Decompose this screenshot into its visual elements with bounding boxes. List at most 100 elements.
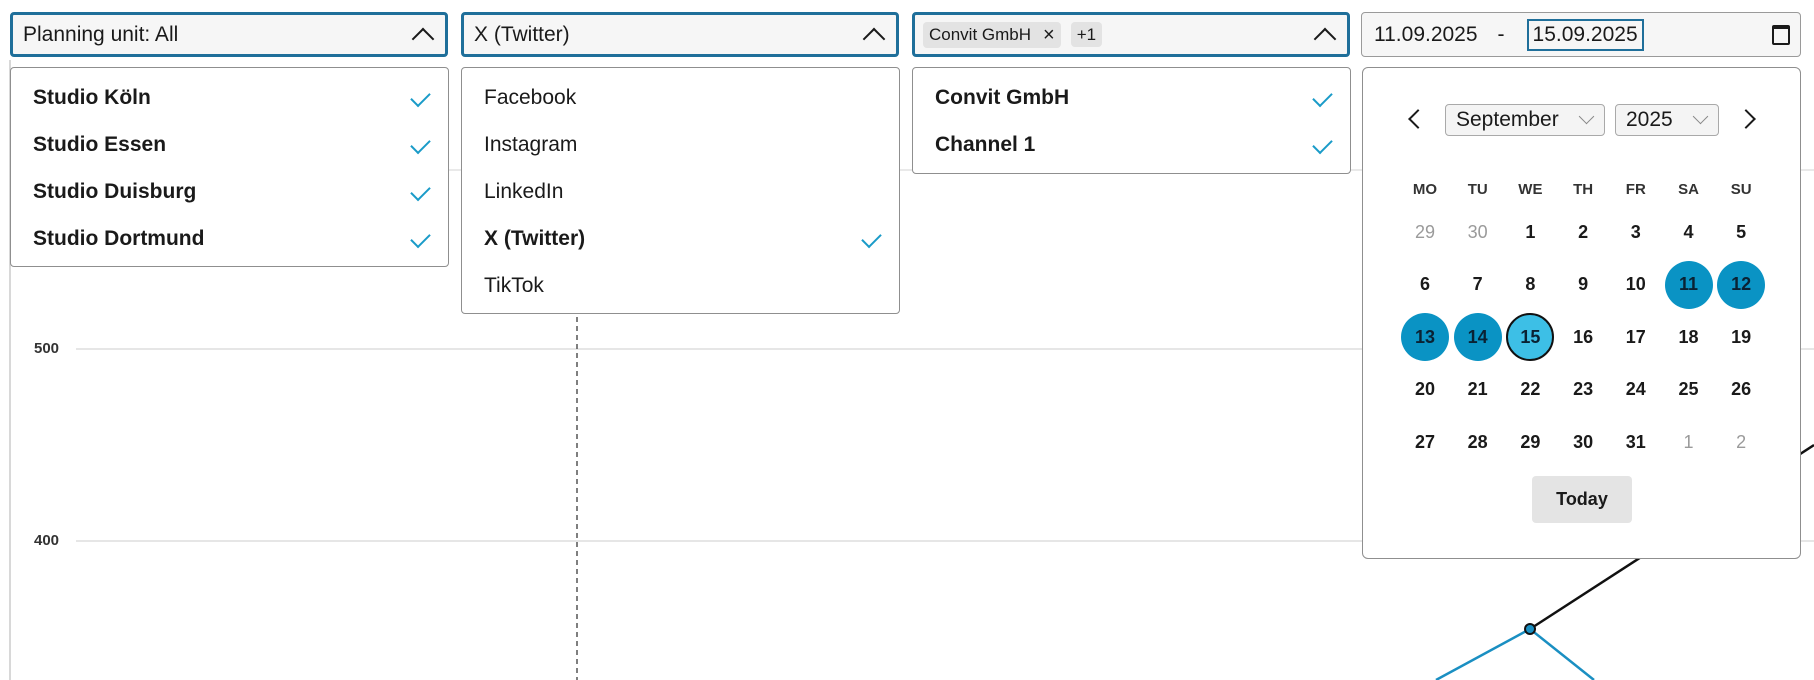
calendar-day[interactable]: 16 bbox=[1559, 313, 1607, 361]
calendar-day[interactable]: 24 bbox=[1612, 366, 1660, 414]
option-label: X (Twitter) bbox=[484, 226, 586, 250]
calendar-day[interactable]: 1 bbox=[1665, 418, 1713, 466]
y-tick-label: 400 bbox=[34, 532, 60, 549]
series-line-blue bbox=[1435, 627, 1595, 680]
option-studio-essen[interactable]: Studio Essen bbox=[11, 121, 448, 168]
option-label: Studio Dortmund bbox=[33, 226, 205, 250]
calendar-day-selected[interactable]: 12 bbox=[1717, 260, 1766, 309]
channel-chip-label: Convit GmbH bbox=[929, 24, 1032, 44]
channel-dropdown: Convit GmbH Channel 1 bbox=[912, 67, 1351, 174]
option-label: LinkedIn bbox=[484, 179, 564, 203]
chevron-up-icon bbox=[1313, 27, 1337, 50]
calendar-day[interactable]: 18 bbox=[1665, 313, 1713, 361]
check-icon bbox=[1312, 133, 1333, 155]
calendar-day-selected[interactable]: 11 bbox=[1664, 260, 1713, 309]
date-separator: - bbox=[1497, 22, 1505, 46]
calendar-day[interactable]: 7 bbox=[1454, 261, 1502, 309]
channel-select[interactable]: Convit GmbH × +1 bbox=[912, 12, 1350, 57]
option-label: TikTok bbox=[484, 273, 544, 297]
option-studio-dortmund[interactable]: Studio Dortmund bbox=[11, 215, 448, 262]
check-icon bbox=[410, 86, 431, 108]
calendar-day[interactable]: 29 bbox=[1506, 418, 1554, 466]
option-label: Instagram bbox=[484, 132, 578, 156]
next-month-icon[interactable] bbox=[1736, 109, 1756, 129]
calendar-day[interactable]: 21 bbox=[1454, 366, 1502, 414]
weekday-header: SU bbox=[1730, 181, 1752, 198]
data-point-marker bbox=[1524, 623, 1536, 635]
calendar-day[interactable]: 20 bbox=[1401, 366, 1449, 414]
planning-unit-label: Planning unit: All bbox=[23, 22, 179, 46]
calendar-day[interactable]: 22 bbox=[1506, 366, 1554, 414]
check-icon bbox=[410, 133, 431, 155]
calendar-day-selected[interactable]: 14 bbox=[1453, 313, 1502, 361]
prev-month-icon[interactable] bbox=[1408, 109, 1428, 129]
calendar-day[interactable]: 2 bbox=[1559, 208, 1607, 256]
calendar-day-selected[interactable]: 13 bbox=[1401, 313, 1449, 361]
option-instagram[interactable]: Instagram bbox=[462, 121, 899, 168]
year-select[interactable]: 2025 bbox=[1615, 104, 1719, 136]
calendar-day[interactable]: 19 bbox=[1717, 313, 1765, 361]
more-count-badge: +1 bbox=[1070, 21, 1103, 47]
calendar-day[interactable]: 9 bbox=[1559, 261, 1607, 309]
option-x-twitter[interactable]: X (Twitter) bbox=[462, 215, 899, 262]
calendar-day[interactable]: 29 bbox=[1401, 208, 1449, 256]
calendar-day[interactable]: 8 bbox=[1506, 261, 1554, 309]
option-channel-1[interactable]: Channel 1 bbox=[913, 121, 1350, 168]
weekday-header: TU bbox=[1467, 181, 1488, 198]
year-label: 2025 bbox=[1626, 108, 1673, 131]
chevron-up-icon bbox=[862, 27, 886, 50]
option-tiktok[interactable]: TikTok bbox=[462, 262, 899, 309]
chevron-up-icon bbox=[411, 27, 435, 50]
calendar-day[interactable]: 25 bbox=[1665, 366, 1713, 414]
check-icon bbox=[410, 180, 431, 202]
option-label: Facebook bbox=[484, 85, 577, 109]
date-picker-calendar: September 2025 Today MO TU WE TH FR SA SU 29 30 1… bbox=[1362, 67, 1801, 559]
option-facebook[interactable]: Facebook bbox=[462, 74, 899, 121]
option-studio-duisburg[interactable]: Studio Duisburg bbox=[11, 168, 448, 215]
calendar-day[interactable]: 5 bbox=[1717, 208, 1765, 256]
calendar-day[interactable]: 2 bbox=[1717, 418, 1765, 466]
calendar-day[interactable]: 27 bbox=[1401, 418, 1449, 466]
calendar-day[interactable]: 28 bbox=[1454, 418, 1502, 466]
month-select[interactable]: September bbox=[1445, 104, 1605, 136]
calendar-day[interactable]: 4 bbox=[1665, 208, 1713, 256]
option-label: Studio Essen bbox=[33, 132, 167, 156]
calendar-day[interactable]: 26 bbox=[1717, 366, 1765, 414]
calendar-day[interactable]: 6 bbox=[1401, 261, 1449, 309]
today-button[interactable]: Today bbox=[1532, 476, 1632, 523]
calendar-icon[interactable] bbox=[1772, 25, 1790, 45]
option-studio-koln[interactable]: Studio Köln bbox=[11, 74, 448, 121]
calendar-day[interactable]: 17 bbox=[1612, 313, 1660, 361]
option-convit-gmbh[interactable]: Convit GmbH bbox=[913, 74, 1350, 121]
calendar-day-selected[interactable]: 15 bbox=[1506, 313, 1555, 361]
date-range-field[interactable]: 11.09.2025 - 15.09.2025 bbox=[1361, 12, 1801, 57]
check-icon bbox=[1312, 86, 1333, 108]
weekday-header: TH bbox=[1573, 181, 1594, 198]
option-label: Channel 1 bbox=[935, 132, 1036, 156]
network-select[interactable]: X (Twitter) bbox=[461, 12, 899, 57]
calendar-day[interactable]: 23 bbox=[1559, 366, 1607, 414]
calendar-day[interactable]: 30 bbox=[1454, 208, 1502, 256]
date-end-input[interactable]: 15.09.2025 bbox=[1526, 18, 1644, 51]
month-label: September bbox=[1456, 108, 1559, 131]
calendar-day[interactable]: 3 bbox=[1612, 208, 1660, 256]
network-dropdown: Facebook Instagram LinkedIn X (Twitter) … bbox=[461, 67, 900, 314]
calendar-day[interactable]: 10 bbox=[1612, 261, 1660, 309]
check-icon bbox=[861, 227, 882, 249]
network-label: X (Twitter) bbox=[474, 22, 570, 46]
calendar-day[interactable]: 1 bbox=[1506, 208, 1554, 256]
weekday-header: MO bbox=[1412, 181, 1438, 198]
option-linkedin[interactable]: LinkedIn bbox=[462, 168, 899, 215]
channel-chip: Convit GmbH × bbox=[923, 21, 1061, 48]
weekday-header: SA bbox=[1678, 181, 1699, 198]
planning-unit-dropdown: Studio Köln Studio Essen Studio Duisburg… bbox=[10, 67, 449, 267]
planning-unit-select[interactable]: Planning unit: All bbox=[10, 12, 448, 57]
calendar-day[interactable]: 30 bbox=[1559, 418, 1607, 466]
date-start-input[interactable]: 11.09.2025 bbox=[1374, 23, 1478, 47]
calendar-day[interactable]: 31 bbox=[1612, 418, 1660, 466]
option-label: Studio Köln bbox=[33, 85, 151, 109]
chevron-down-icon bbox=[1692, 108, 1709, 125]
check-icon bbox=[410, 227, 431, 249]
weekday-header: FR bbox=[1625, 181, 1646, 198]
chip-remove-icon[interactable]: × bbox=[1043, 25, 1055, 45]
